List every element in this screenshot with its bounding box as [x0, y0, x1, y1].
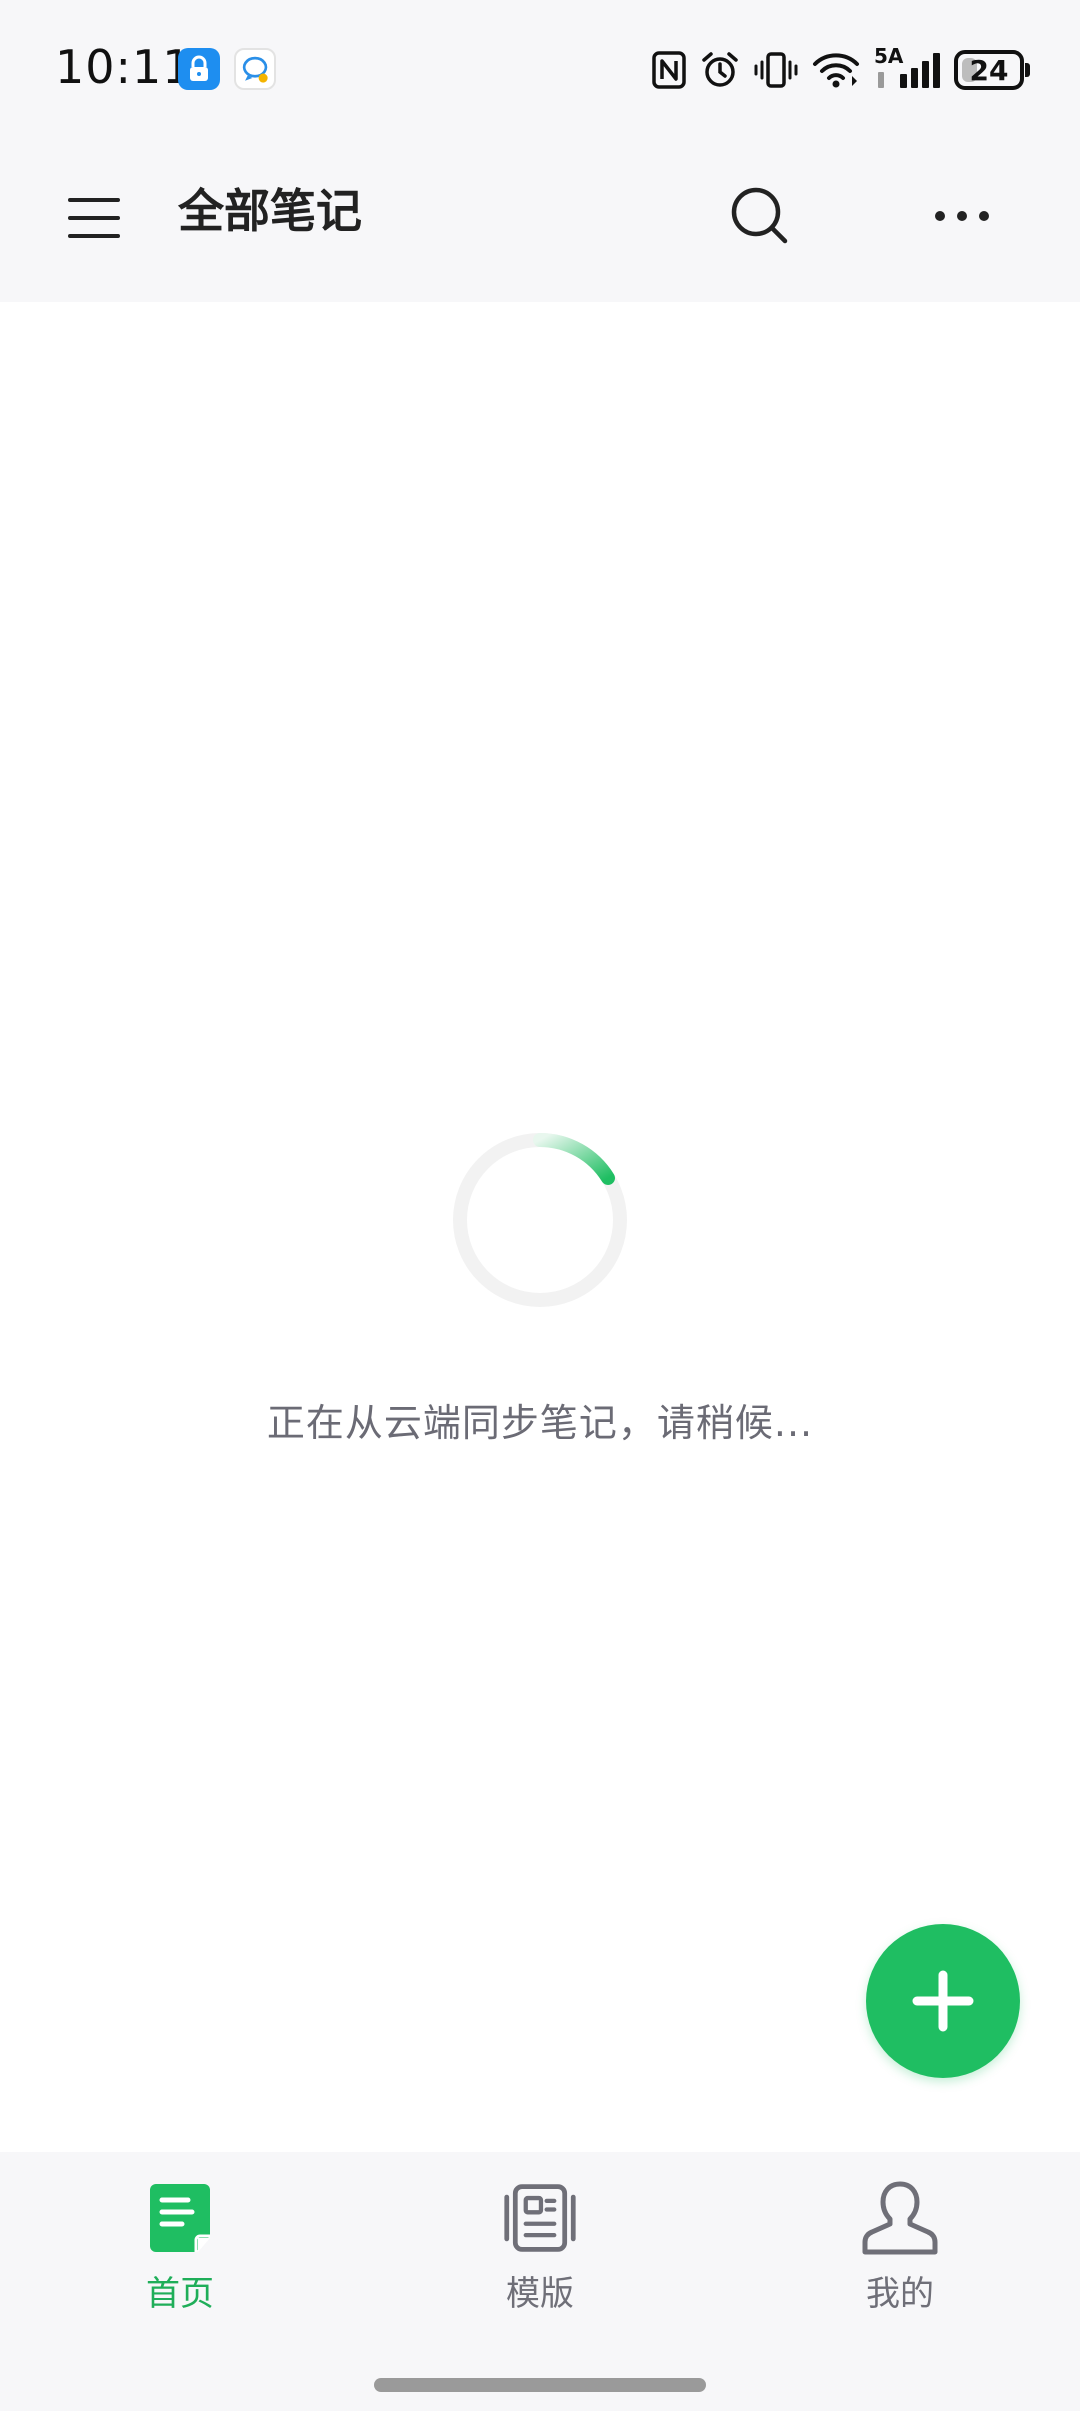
notes-list-area[interactable]: 正在从云端同步笔记，请稍候... [0, 302, 1080, 2152]
chat-app-icon [234, 48, 276, 90]
loading-spinner [453, 1133, 627, 1307]
plus-icon [912, 1970, 974, 2032]
note-icon [150, 2184, 210, 2252]
home-indicator[interactable] [374, 2378, 706, 2392]
page-title: 全部笔记 [178, 184, 362, 238]
battery-percent: 24 [969, 53, 1009, 87]
tab-templates[interactable]: 模版 [440, 2180, 640, 2330]
status-bar: 10:11 5A 24 [0, 0, 1080, 130]
template-icon [504, 2184, 576, 2252]
vibrate-icon [754, 52, 798, 88]
more-dots-icon [935, 211, 989, 221]
nfc-icon [652, 51, 686, 89]
tab-templates-label: 模版 [506, 2274, 574, 2314]
bottom-navigation: 首页 模版 我的 [0, 2152, 1080, 2411]
status-icons: 5A 24 [652, 44, 1030, 94]
add-note-button[interactable] [866, 1924, 1020, 2078]
tab-home-label: 首页 [146, 2274, 214, 2314]
cellular-signal-icon: 5A [874, 44, 940, 92]
status-time: 10:11 [55, 40, 193, 94]
menu-button[interactable] [56, 180, 132, 256]
more-button[interactable] [922, 176, 1002, 256]
profile-icon [862, 2181, 938, 2255]
hamburger-menu-icon [68, 198, 120, 238]
wifi-icon [813, 53, 859, 88]
app-bar: 全部笔记 [0, 130, 1080, 302]
tab-profile[interactable]: 我的 [800, 2180, 1000, 2330]
lock-app-icon [178, 48, 220, 90]
tab-profile-label: 我的 [866, 2274, 934, 2314]
notes-app-screen: 10:11 5A 24 全部笔记 正在从云端同步笔记，请稍候... 首页 模版 … [0, 0, 1080, 2411]
battery-icon: 24 [954, 50, 1030, 90]
alarm-icon [702, 52, 738, 87]
search-button[interactable] [720, 176, 800, 256]
tab-home[interactable]: 首页 [80, 2180, 280, 2330]
loading-message: 正在从云端同步笔记，请稍候... [266, 1401, 814, 1445]
search-icon [731, 187, 788, 244]
